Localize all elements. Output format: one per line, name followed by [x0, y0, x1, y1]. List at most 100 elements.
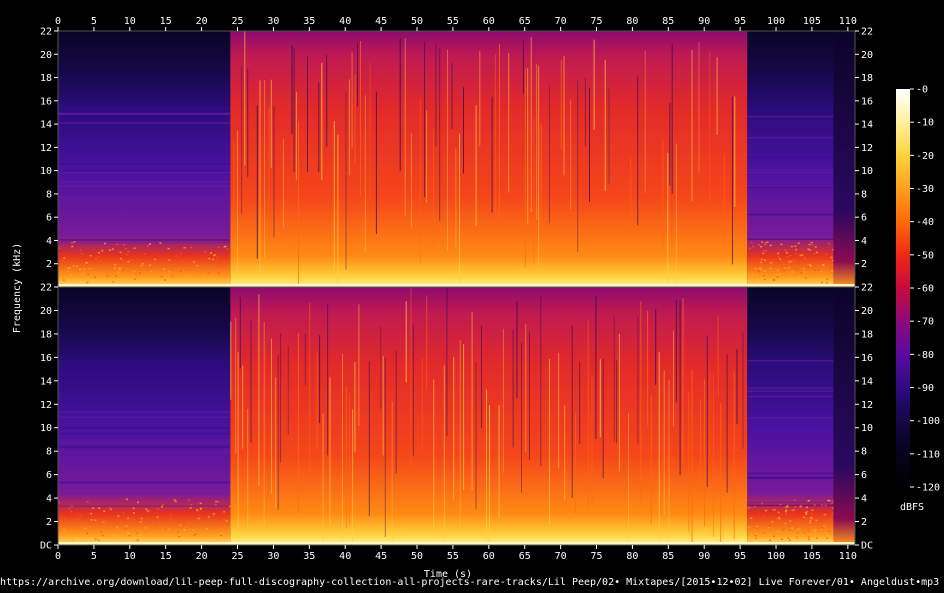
low-frequency-energy — [779, 260, 782, 262]
harmonic-band — [58, 432, 231, 435]
low-frequency-energy — [90, 512, 93, 515]
low-frequency-energy — [810, 521, 813, 523]
low-frequency-energy — [97, 539, 100, 541]
x-tick-label: 100 — [767, 551, 785, 562]
low-frequency-energy — [779, 503, 782, 506]
low-frequency-energy — [167, 528, 170, 530]
spectral-streak — [433, 128, 434, 251]
low-frequency-energy — [805, 267, 807, 269]
x-tick-label: 40 — [339, 551, 351, 562]
spectral-streak — [446, 288, 448, 437]
spectral-streak — [358, 304, 360, 426]
spectral-streak — [404, 38, 406, 216]
spectral-streak — [298, 121, 299, 288]
low-frequency-energy — [754, 534, 757, 537]
low-frequency-energy — [764, 278, 766, 281]
y-tick-label: 14 — [861, 120, 873, 131]
low-frequency-energy — [210, 252, 213, 254]
low-frequency-energy — [110, 508, 113, 511]
low-frequency-energy — [220, 534, 223, 537]
x-tick-label: 15 — [160, 551, 172, 562]
spectral-streak — [650, 395, 652, 525]
spectral-streak — [327, 303, 329, 456]
low-frequency-energy — [799, 537, 802, 540]
spectral-streak — [570, 100, 572, 210]
spectral-streak — [369, 62, 371, 202]
low-frequency-energy — [820, 281, 823, 284]
harmonic-band — [58, 181, 231, 183]
low-frequency-energy — [769, 244, 772, 247]
low-frequency-energy — [773, 535, 776, 538]
x-tick-label: 90 — [698, 16, 710, 27]
spectral-streak — [309, 302, 311, 474]
low-frequency-energy — [116, 243, 119, 246]
spectral-streak — [536, 63, 538, 221]
low-frequency-energy — [756, 536, 759, 539]
low-frequency-energy — [795, 526, 798, 529]
low-frequency-energy — [127, 533, 130, 535]
spectral-streak — [354, 361, 356, 452]
low-frequency-energy — [149, 243, 151, 245]
x-tick-label: 10 — [124, 16, 136, 27]
low-frequency-energy — [754, 267, 757, 270]
low-frequency-energy — [149, 264, 151, 267]
low-frequency-energy — [124, 528, 127, 530]
spectral-streak — [691, 49, 693, 201]
low-frequency-energy — [805, 518, 808, 520]
harmonic-band — [58, 360, 231, 362]
low-frequency-energy — [805, 513, 808, 515]
y-tick-label: 8 — [46, 189, 52, 200]
spectral-streak — [475, 105, 477, 226]
low-frequency-energy — [144, 527, 147, 529]
low-frequency-energy — [92, 507, 95, 510]
spectral-streak — [463, 344, 465, 490]
spectral-streak — [426, 295, 428, 391]
low-frequency-energy — [790, 509, 793, 512]
x-tick-label: 5 — [91, 16, 97, 27]
spectral-streak — [280, 333, 282, 463]
harmonic-band — [58, 411, 231, 413]
spectral-streak — [244, 31, 246, 166]
harmonic-band — [58, 481, 231, 484]
low-frequency-energy — [794, 259, 797, 261]
harmonic-band — [58, 450, 231, 453]
low-frequency-energy — [121, 269, 124, 272]
harmonic-band — [747, 232, 834, 234]
low-frequency-energy — [207, 272, 210, 274]
spectral-streak — [307, 56, 308, 172]
y-tick-label: 22 — [40, 27, 52, 38]
spectral-streak — [395, 350, 397, 474]
x-tick-label: 50 — [411, 551, 423, 562]
y-tick-label: 4 — [46, 494, 52, 505]
low-frequency-energy — [801, 254, 804, 256]
spectral-streak — [628, 412, 629, 545]
spectral-streak — [405, 301, 407, 383]
low-frequency-energy — [173, 499, 176, 501]
spectral-streak — [375, 91, 377, 235]
segment-quiet — [58, 31, 231, 287]
low-frequency-energy — [813, 253, 816, 255]
segment-loud — [230, 287, 748, 545]
spectral-streak — [326, 55, 328, 147]
spectral-streak — [319, 335, 321, 424]
spectral-streak — [421, 357, 423, 451]
low-frequency-energy — [790, 260, 793, 263]
colorbar-tick-label: -90 — [916, 383, 934, 394]
spectral-streak — [471, 312, 473, 491]
low-frequency-energy — [786, 505, 789, 507]
low-frequency-energy — [153, 258, 156, 261]
harmonic-band — [747, 504, 834, 507]
low-frequency-energy — [174, 500, 177, 503]
low-frequency-energy — [160, 276, 163, 278]
x-tick-label: 70 — [555, 16, 567, 27]
spectral-streak — [237, 351, 239, 545]
low-frequency-energy — [818, 269, 821, 271]
spectral-streak — [247, 69, 249, 178]
spectral-streak — [698, 41, 700, 173]
spectral-streak — [512, 329, 514, 448]
low-frequency-energy — [87, 280, 90, 282]
spectral-streak — [527, 68, 529, 225]
low-frequency-energy — [79, 268, 81, 270]
y-tick-label: 14 — [40, 120, 52, 131]
low-frequency-energy — [196, 510, 199, 513]
